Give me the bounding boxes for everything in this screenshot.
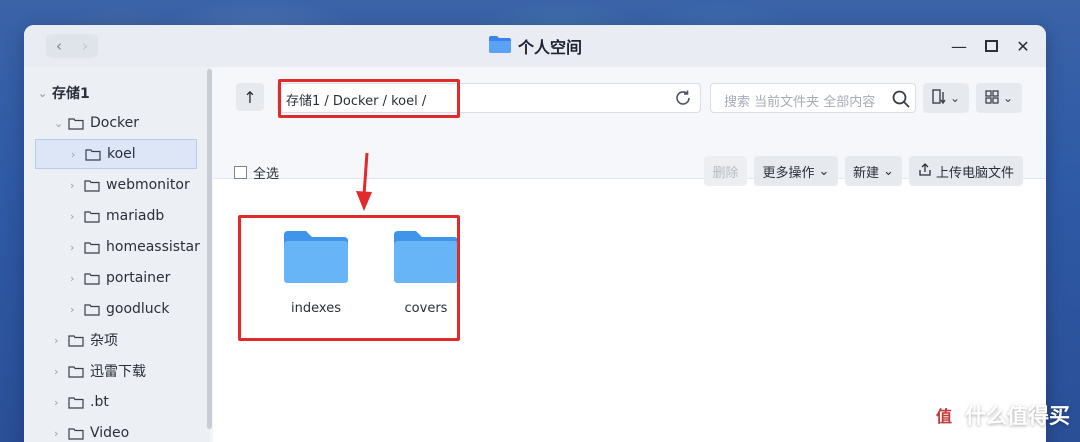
sort-icon [932,88,946,108]
sidebar-item-label: portainer [106,270,171,286]
more-actions-label: 更多操作 [762,165,815,181]
folder-icon [84,272,100,285]
chevron-right-icon[interactable]: › [70,272,84,285]
sidebar-item-label: homeassistar [106,239,200,255]
sidebar-item-portainer[interactable]: › portainer [70,263,170,293]
chevron-down-icon: ⌄ [883,163,894,179]
sidebar-item-bt[interactable]: › .bt [54,387,109,417]
folder-icon [85,148,101,161]
sidebar-item-koel[interactable]: › koel [35,139,197,169]
folder-icon [84,303,100,316]
watermark-logo: 值 [929,400,959,430]
chevron-right-icon[interactable]: › [54,427,68,440]
chevron-right-icon[interactable]: › [54,365,68,378]
up-button[interactable]: ↑ [236,83,264,111]
sidebar-item-video[interactable]: › Video [54,418,129,442]
folders-highlight-box [238,215,460,341]
watermark-text: 什么值得买 [965,404,1070,428]
refresh-icon[interactable] [674,89,692,112]
sidebar-item-label: Docker [90,115,140,131]
folder-icon [68,427,84,440]
chevron-right-icon[interactable]: › [54,396,68,409]
chevron-right-icon[interactable]: › [54,334,68,347]
folder-icon [84,241,100,254]
sidebar-item-label: webmonitor [106,177,190,193]
search-icon[interactable] [891,89,911,113]
folder-icon [68,396,84,409]
chevron-right-icon[interactable]: › [70,241,84,254]
search-input[interactable]: 搜索 当前文件夹 全部内容 [710,83,916,113]
window-controls: — ✕ [951,35,1030,57]
sidebar-item-label: 迅雷下载 [90,364,146,380]
chevron-right-icon[interactable]: › [70,303,84,316]
folder-icon [68,117,84,130]
minimize-button[interactable]: — [951,35,967,57]
arrow-down-icon [356,152,372,211]
chevron-down-icon: ⌄ [1002,91,1014,105]
chevron-right-icon[interactable]: › [70,210,84,223]
sidebar-item-label: .bt [90,394,109,410]
folder-icon [84,179,100,192]
sidebar-item-root[interactable]: ⌄ 存储1 [38,78,90,108]
folder-icon [68,334,84,347]
upload-label: 上传电脑文件 [935,165,1014,181]
sidebar-item-label: Video [90,425,130,441]
select-all-checkbox[interactable] [234,166,247,179]
sidebar-item-goodluck[interactable]: › goodluck [70,294,169,324]
title-bar: ‹ › 个人空间 — ✕ [24,25,1046,67]
chevron-down-icon: ⌄ [949,91,961,105]
sidebar-item-label: 存储1 [52,86,90,102]
sidebar-item-mariadb[interactable]: › mariadb [70,201,164,231]
sort-button[interactable]: ⌄ [923,83,969,113]
sidebar-scrollbar[interactable] [207,69,212,429]
new-label: 新建 [853,165,880,181]
sidebar-item-homeassistant[interactable]: › homeassistar [70,232,200,262]
grid-icon [985,89,999,107]
watermark: 值 什么值得买 [929,400,1070,430]
view-mode-button[interactable]: ⌄ [976,83,1022,113]
select-all-label: 全选 [253,167,280,182]
sidebar-item-docker[interactable]: ⌄ Docker [54,108,139,138]
select-all[interactable]: 全选 [234,163,279,182]
sidebar-item-label: koel [107,146,136,162]
chevron-down-icon: ⌄ [818,163,830,179]
more-actions-button[interactable]: 更多操作 ⌄ [754,156,838,186]
sidebar-item-label: goodluck [106,301,170,317]
window-title-text: 个人空间 [517,38,582,57]
new-button[interactable]: 新建 ⌄ [845,156,902,186]
folder-icon [84,210,100,223]
window-title: 个人空间 [24,25,1046,67]
sidebar-item-xunlei[interactable]: › 迅雷下载 [54,356,146,386]
sidebar-item-misc[interactable]: › 杂项 [54,325,118,355]
upload-button[interactable]: 上传电脑文件 [909,156,1023,186]
file-manager-window: ‹ › 个人空间 — ✕ ⌄ 存储1 ⌄ Docker › koel › web… [24,25,1046,442]
chevron-down-icon[interactable]: ⌄ [54,117,68,130]
path-highlight-box [278,79,460,118]
sidebar-item-label: mariadb [106,208,165,224]
delete-button[interactable]: 删除 [704,156,747,186]
search-placeholder: 搜索 当前文件夹 全部内容 [724,95,876,110]
close-button[interactable]: ✕ [1016,35,1030,57]
folder-icon [488,34,512,58]
chevron-right-icon[interactable]: › [70,179,84,192]
maximize-button[interactable] [984,35,998,57]
chevron-right-icon[interactable]: › [71,148,85,161]
sidebar: ⌄ 存储1 ⌄ Docker › koel › webmonitor › mar… [24,67,212,442]
chevron-down-icon[interactable]: ⌄ [38,87,52,100]
main-panel: ↑ 存储1 / Docker / koel / 搜索 当前文件夹 全部内容 ⌄ [213,67,1046,442]
sidebar-item-webmonitor[interactable]: › webmonitor [70,170,190,200]
upload-icon [918,162,932,180]
folder-icon [68,365,84,378]
sidebar-item-label: 杂项 [90,333,118,349]
